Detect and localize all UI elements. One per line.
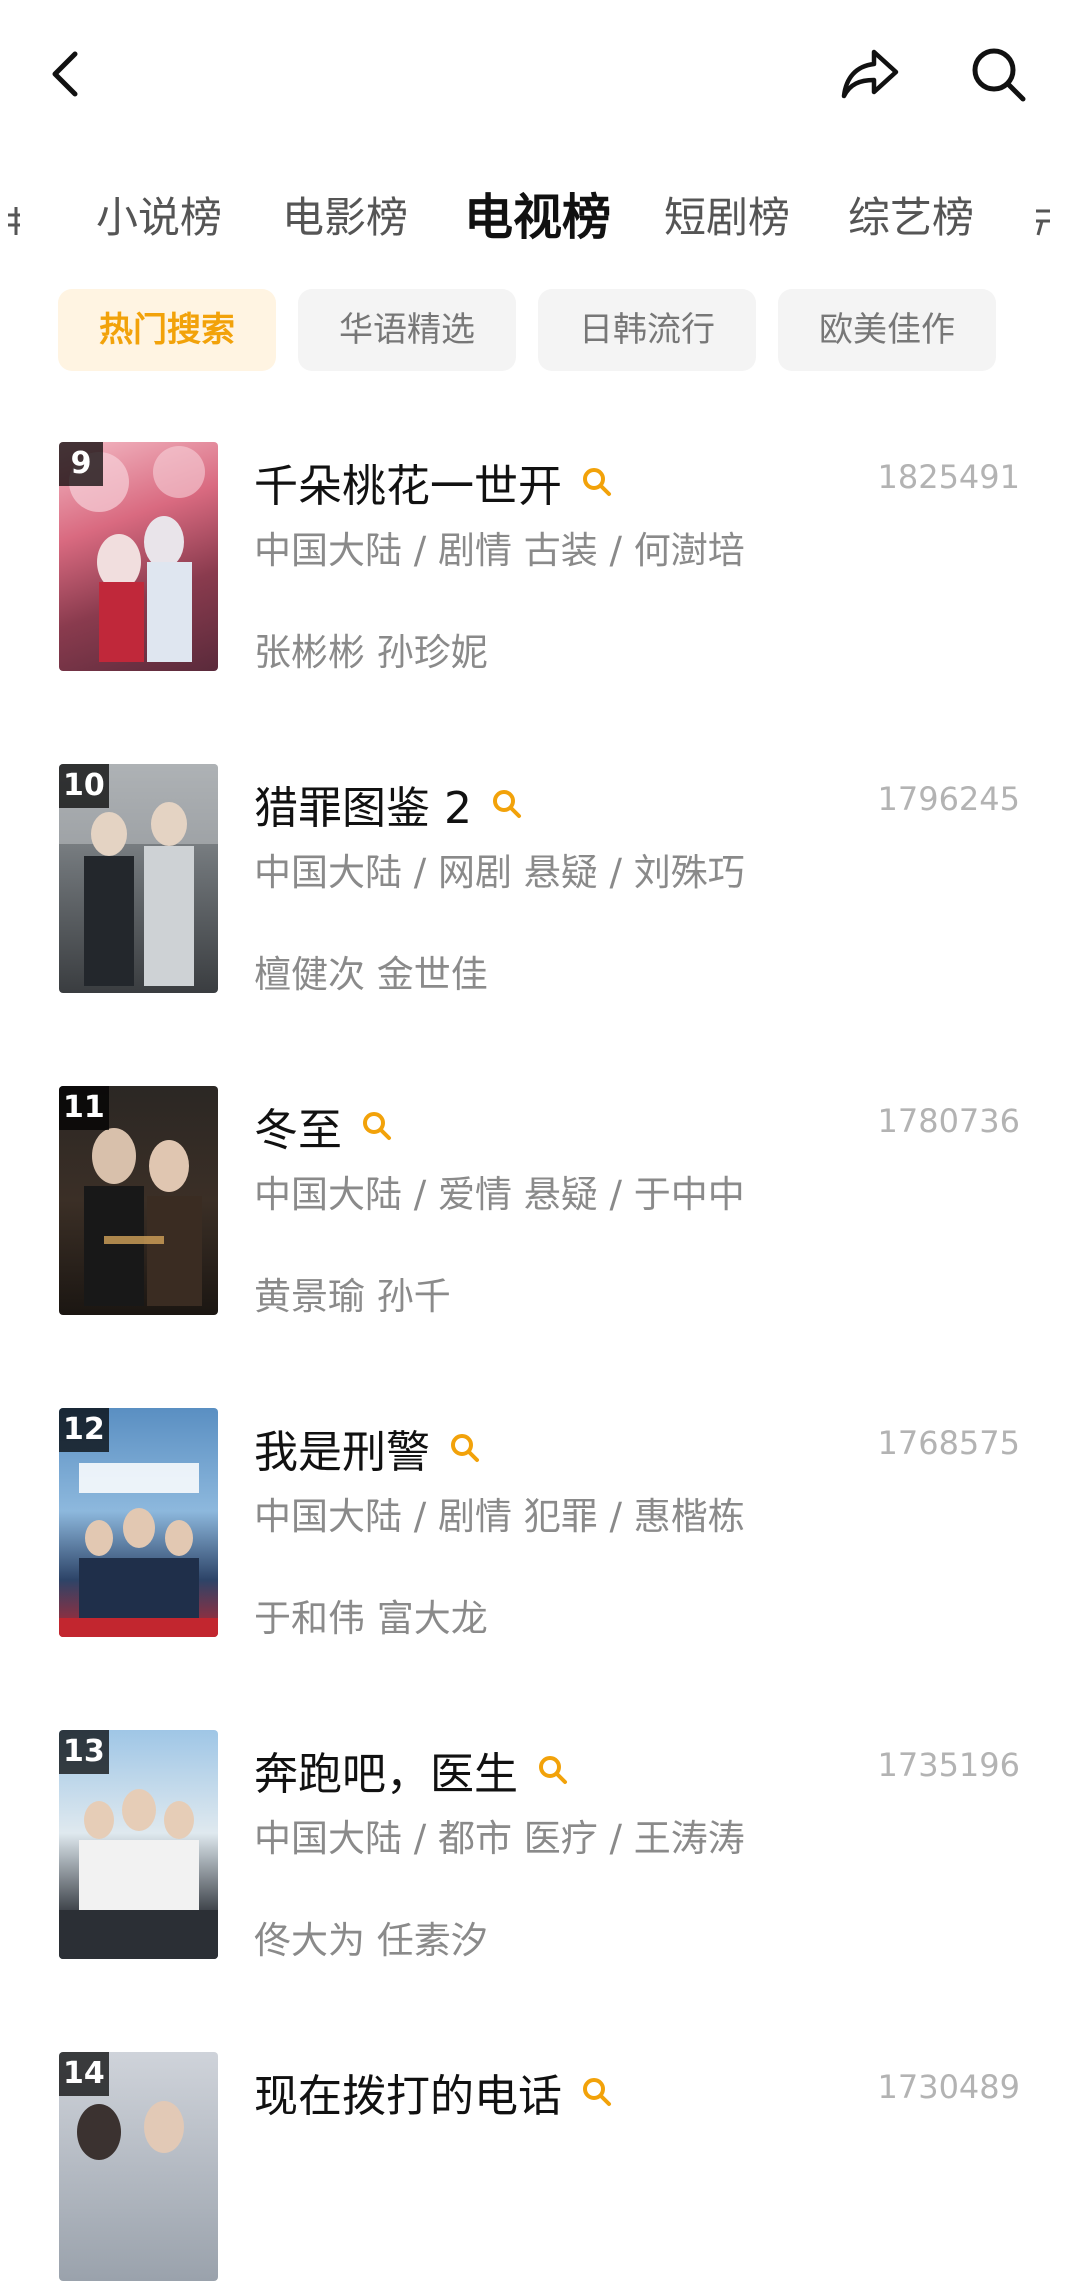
tab-novel[interactable]: 小说榜 xyxy=(96,178,222,258)
tab-variety[interactable]: 综艺榜 xyxy=(848,178,974,258)
chip-chinese-picks[interactable]: 华语精选 xyxy=(298,289,516,371)
partial-tab-glyph-right xyxy=(1036,209,1050,235)
item-title-row: 猎罪图鉴 2 xyxy=(254,772,524,836)
item-cast: 黄景瑜 孙千 xyxy=(254,1275,451,1318)
list-item[interactable]: 10 猎罪图鉴 2 1796245 中国大陆 / 网剧 悬疑 / 刘殊巧 檀健次… xyxy=(0,764,1080,996)
poster-image[interactable]: 10 xyxy=(59,764,218,993)
poster-image[interactable]: 13 xyxy=(59,1730,218,1959)
item-meta: 中国大陆 / 剧情 犯罪 / 惠楷栋 xyxy=(254,1495,745,1538)
item-title-row: 现在拨打的电话 xyxy=(254,2060,614,2124)
tab-partial-left[interactable] xyxy=(0,178,24,258)
tab-partial-right[interactable] xyxy=(1030,178,1064,258)
item-meta: 中国大陆 / 网剧 悬疑 / 刘殊巧 xyxy=(254,851,745,894)
item-cast: 佟大为 任素汐 xyxy=(254,1919,488,1962)
item-cast: 张彬彬 孙珍妮 xyxy=(254,631,488,674)
list-item[interactable]: 9 千朵桃花一世开 1825491 中国大陆 / 剧情 古装 / 何澍培 张彬彬… xyxy=(0,442,1080,674)
item-meta: 中国大陆 / 都市 医疗 / 王涛涛 xyxy=(254,1817,745,1860)
search-icon xyxy=(972,48,1026,102)
item-meta: 中国大陆 / 爱情 悬疑 / 于中中 xyxy=(254,1173,745,1216)
search-icon[interactable] xyxy=(580,465,614,499)
rank-badge: 11 xyxy=(59,1086,109,1130)
top-bar xyxy=(0,0,1080,150)
search-icon[interactable] xyxy=(490,787,524,821)
heat-count: 1780736 xyxy=(877,1102,1020,1140)
tab-movie[interactable]: 电影榜 xyxy=(282,178,408,258)
rank-badge: 13 xyxy=(59,1730,109,1774)
poster-image[interactable]: 14 xyxy=(59,2052,218,2281)
list-item[interactable]: 12 我是刑警 1768575 中国大陆 / 剧情 犯罪 / 惠楷栋 于和伟 富… xyxy=(0,1408,1080,1640)
heat-count: 1796245 xyxy=(877,780,1020,818)
partial-tab-glyph-left xyxy=(8,206,20,235)
back-button[interactable] xyxy=(25,34,105,114)
item-title[interactable]: 千朵桃花一世开 xyxy=(254,450,562,514)
list-item[interactable]: 14 现在拨打的电话 1730489 xyxy=(0,2052,1080,2282)
chip-jp-kr-popular[interactable]: 日韩流行 xyxy=(538,289,756,371)
item-title-row: 奔跑吧，医生 xyxy=(254,1738,570,1802)
poster-image[interactable]: 12 xyxy=(59,1408,218,1637)
poster-image[interactable]: 9 xyxy=(59,442,218,671)
item-cast: 檀健次 金世佳 xyxy=(254,953,488,996)
poster-image[interactable]: 11 xyxy=(59,1086,218,1315)
tab-short-drama[interactable]: 短剧榜 xyxy=(664,178,790,258)
rank-badge: 10 xyxy=(59,764,109,808)
rank-badge: 9 xyxy=(59,442,103,486)
item-title[interactable]: 冬至 xyxy=(254,1094,342,1158)
item-title-row: 千朵桃花一世开 xyxy=(254,450,614,514)
ranking-category-tabs: 小说榜 电影榜 电视榜 短剧榜 综艺榜 xyxy=(0,178,1080,258)
search-icon[interactable] xyxy=(448,1431,482,1465)
chevron-left-icon xyxy=(52,51,78,97)
item-title[interactable]: 现在拨打的电话 xyxy=(254,2060,562,2124)
item-title[interactable]: 奔跑吧，医生 xyxy=(254,1738,518,1802)
heat-count: 1768575 xyxy=(877,1424,1020,1462)
list-item[interactable]: 13 奔跑吧，医生 1735196 中国大陆 / 都市 医疗 / 王涛涛 佟大为… xyxy=(0,1730,1080,1962)
search-icon[interactable] xyxy=(360,1109,394,1143)
share-arrow-icon xyxy=(841,49,899,99)
item-title[interactable]: 我是刑警 xyxy=(254,1416,430,1480)
heat-count: 1825491 xyxy=(877,458,1020,496)
search-icon[interactable] xyxy=(536,1753,570,1787)
heat-count: 1730489 xyxy=(877,2068,1020,2106)
item-title-row: 我是刑警 xyxy=(254,1416,482,1480)
item-cast: 于和伟 富大龙 xyxy=(254,1597,488,1640)
share-button[interactable] xyxy=(830,34,910,114)
chip-hot-search[interactable]: 热门搜索 xyxy=(58,289,276,371)
rank-badge: 14 xyxy=(59,2052,109,2096)
heat-count: 1735196 xyxy=(877,1746,1020,1784)
rank-badge: 12 xyxy=(59,1408,109,1452)
item-meta: 中国大陆 / 剧情 古装 / 何澍培 xyxy=(254,529,745,572)
chip-western-picks[interactable]: 欧美佳作 xyxy=(778,289,996,371)
item-title[interactable]: 猎罪图鉴 2 xyxy=(254,772,472,836)
item-title-row: 冬至 xyxy=(254,1094,394,1158)
search-icon[interactable] xyxy=(580,2075,614,2109)
tab-tv[interactable]: 电视榜 xyxy=(464,178,611,258)
list-item[interactable]: 11 冬至 1780736 中国大陆 / 爱情 悬疑 / 于中中 黄景瑜 孙千 xyxy=(0,1086,1080,1318)
search-button[interactable] xyxy=(958,34,1038,114)
